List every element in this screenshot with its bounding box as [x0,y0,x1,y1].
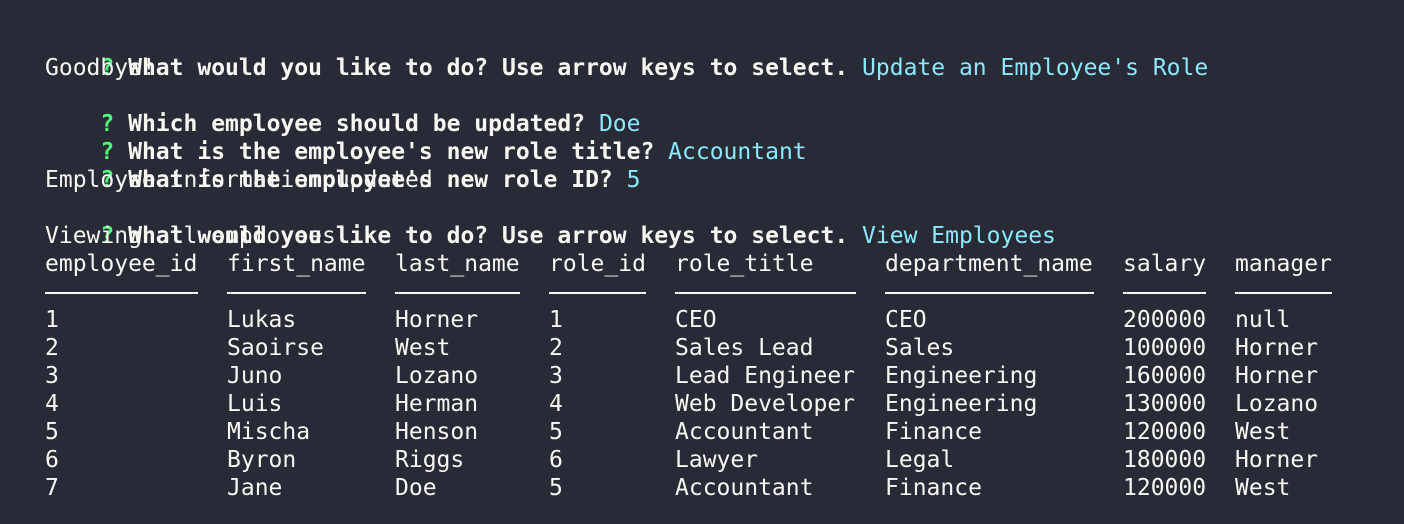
prompt-line-action-1: ? What would you like to do? Use arrow k… [45,26,1208,81]
table-cell: Riggs [395,447,465,473]
output-line-viewing: Viewing all employees [45,223,336,249]
table-cell: Web Developer [675,391,856,417]
table-cell: 2 [45,335,59,361]
column-separator [1123,292,1206,294]
table-cell: Accountant [675,419,814,445]
table-cell: Horner [1235,335,1319,361]
table-cell: Lozano [395,363,479,389]
column-separator [1235,292,1332,294]
prompt-text: What would you like to do? Use arrow key… [128,55,849,81]
prompt-line-role-title: ? What is the employee's new role title?… [45,110,806,165]
table-cell: 200000 [1123,307,1207,333]
column-header: manager [1235,251,1332,277]
table-cell: null [1235,307,1291,333]
column-header: role_id [549,251,646,277]
column-separator [395,292,520,294]
prompt-line-employee: ? Which employee should be updated? Doe [45,82,640,137]
table-cell: Engineering [885,363,1038,389]
table-cell: Engineering [885,391,1038,417]
table-cell: Luis [227,391,283,417]
table-cell: West [1235,475,1291,501]
table-cell: 3 [549,363,563,389]
column-header: first_name [227,251,366,277]
table-cell: 6 [549,447,563,473]
output-line-updated: Employee information updated [45,167,433,193]
table-cell: Jane [227,475,283,501]
table-cell: 7 [45,475,59,501]
table-cell: CEO [885,307,927,333]
column-separator [549,292,646,294]
table-cell: Doe [395,475,437,501]
answer-text: 5 [626,167,641,193]
table-cell: 120000 [1123,419,1207,445]
table-cell: 130000 [1123,391,1207,417]
table-cell: 2 [549,335,563,361]
column-header: employee_id [45,251,198,277]
table-cell: 1 [45,307,59,333]
table-cell: 4 [549,391,563,417]
table-cell: CEO [675,307,717,333]
table-cell: Finance [885,475,982,501]
table-cell: Finance [885,419,982,445]
terminal-window[interactable]: ? What would you like to do? Use arrow k… [0,0,1404,524]
table-cell: 5 [549,419,563,445]
table-cell: Sales Lead [675,335,814,361]
table-cell: Byron [227,447,297,473]
table-cell: Horner [395,307,479,333]
table-cell: Horner [1235,447,1319,473]
table-cell: 120000 [1123,475,1207,501]
table-cell: 180000 [1123,447,1207,473]
table-cell: 6 [45,447,59,473]
output-line-goodbye: Goodbye! [45,55,156,81]
table-cell: Herman [395,391,479,417]
column-header: role_title [675,251,814,277]
column-separator [227,292,366,294]
table-cell: Lead Engineer [675,363,856,389]
table-cell: West [1235,419,1291,445]
table-cell: Henson [395,419,479,445]
column-header: salary [1123,251,1207,277]
column-header: last_name [395,251,520,277]
table-cell: 160000 [1123,363,1207,389]
table-cell: Accountant [675,475,814,501]
column-header: department_name [885,251,1093,277]
answer-text: Update an Employee's Role [862,55,1209,81]
table-cell: Legal [885,447,955,473]
answer-text: View Employees [862,223,1056,249]
table-cell: West [395,335,451,361]
table-cell: Lozano [1235,391,1319,417]
table-cell: 100000 [1123,335,1207,361]
prompt-line-role-id: ? What is the employee's new role ID? 5 [45,138,640,193]
table-cell: 3 [45,363,59,389]
table-cell: Mischa [227,419,311,445]
table-cell: 1 [549,307,563,333]
table-cell: Sales [885,335,955,361]
column-separator [675,292,856,294]
table-cell: Lawyer [675,447,759,473]
column-separator [885,292,1094,294]
table-cell: Juno [227,363,283,389]
table-cell: 5 [549,475,563,501]
table-cell: 4 [45,391,59,417]
prompt-line-action-2: ? What would you like to do? Use arrow k… [45,194,1056,249]
column-separator [45,292,198,294]
table-cell: 5 [45,419,59,445]
table-cell: Saoirse [227,335,324,361]
table-cell: Lukas [227,307,297,333]
table-cell: Horner [1235,363,1319,389]
answer-text: Accountant [668,139,807,165]
